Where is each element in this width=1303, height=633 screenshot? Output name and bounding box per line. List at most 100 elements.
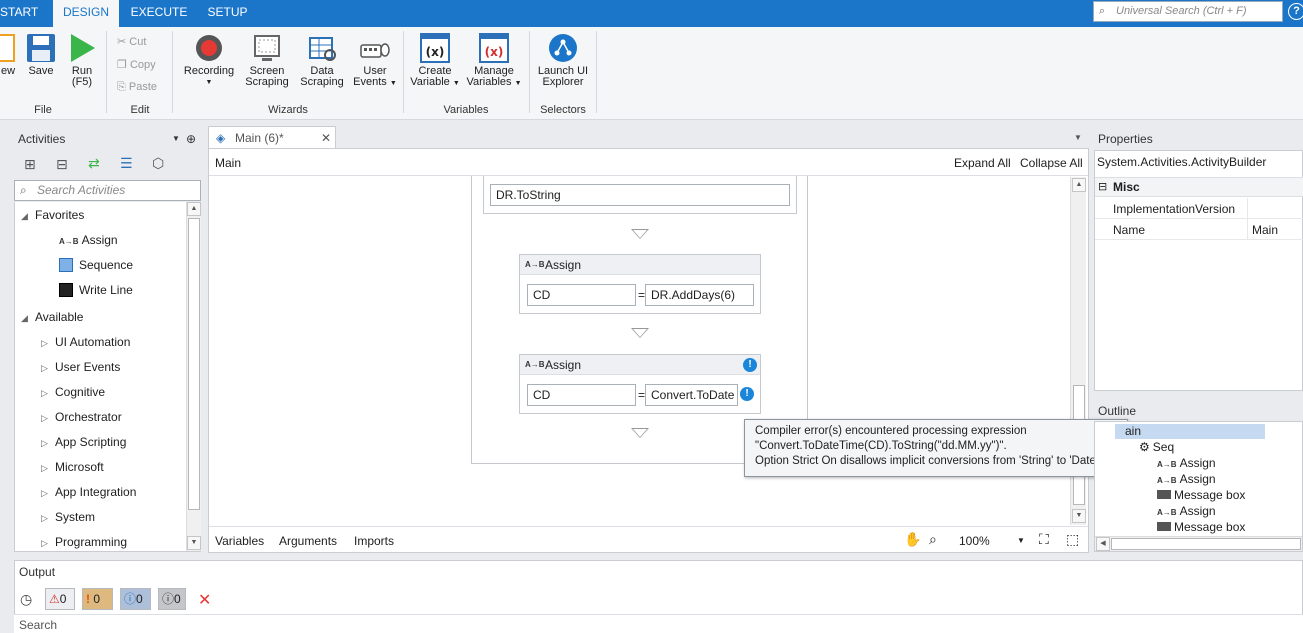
outline-horizontal-scrollbar[interactable]: ◀: [1095, 536, 1302, 551]
pin-icon[interactable]: ⊕: [186, 129, 196, 149]
panel-menu-chevron-icon[interactable]: ▼: [172, 129, 180, 149]
tree-node-microsoft[interactable]: ▷ Microsoft: [41, 460, 104, 474]
assign-icon: A→B: [1157, 508, 1177, 517]
warnings-filter[interactable]: ! 0: [82, 588, 113, 610]
arguments-tab[interactable]: Arguments: [279, 534, 337, 548]
collapse-all-link[interactable]: Collapse All: [1020, 156, 1083, 170]
property-row[interactable]: ImplementationVersion: [1095, 198, 1303, 219]
outline-item[interactable]: Message box: [1157, 520, 1245, 534]
tree-node-programming[interactable]: ▷ Programming: [41, 535, 127, 549]
tab-main-document[interactable]: ◈ Main (6)* ✕: [208, 126, 336, 148]
left-dock-strip: [0, 126, 12, 554]
tree-node-app-integration[interactable]: ▷ App Integration: [41, 485, 136, 499]
trace-filter[interactable]: ⓘ0: [158, 588, 186, 610]
scroll-left-icon[interactable]: ◀: [1096, 537, 1110, 551]
scrollbar-thumb[interactable]: [1111, 538, 1301, 550]
scroll-up-icon[interactable]: ▲: [1072, 178, 1086, 192]
search-activities-input[interactable]: ⌕ Search Activities: [14, 180, 201, 201]
assign-activity-1[interactable]: A→B Assign CD = DR.AddDays(6): [519, 254, 761, 314]
expand-all-link[interactable]: Expand All: [954, 156, 1011, 170]
tree-node-favorites[interactable]: ◢ Favorites: [21, 208, 84, 222]
outline-item[interactable]: Message box: [1157, 488, 1245, 502]
tree-node-system[interactable]: ▷ System: [41, 510, 95, 524]
manage-variables-button[interactable]: (x) Manage Variables ▼: [466, 33, 522, 89]
validation-error-icon[interactable]: !: [743, 358, 757, 372]
chevron-down-icon: ▼: [389, 80, 397, 87]
scrollbar-thumb[interactable]: [188, 218, 200, 510]
property-row[interactable]: Name Main: [1095, 219, 1303, 240]
run-button[interactable]: Run (F5): [66, 33, 98, 88]
scroll-down-icon[interactable]: ▼: [1072, 509, 1086, 523]
info-filter[interactable]: ⓘ0: [120, 588, 151, 610]
data-scraping-icon: [309, 37, 336, 61]
user-events-button[interactable]: User Events ▼: [352, 33, 398, 89]
assign-activity-2[interactable]: A→B Assign ! CD = Convert.ToDate !: [519, 354, 761, 414]
refresh-icon[interactable]: ⇄: [88, 155, 100, 172]
clear-output-icon[interactable]: ✕: [198, 590, 211, 610]
activity-item-assign[interactable]: A→B Assign: [59, 233, 118, 247]
cut-button[interactable]: ✂ Cut: [117, 35, 146, 48]
assign-value-field[interactable]: Convert.ToDate: [645, 384, 738, 406]
tree-node-available[interactable]: ◢ Available: [21, 310, 83, 324]
message-box-icon: [1157, 490, 1171, 499]
scroll-up-icon[interactable]: ▲: [187, 202, 201, 216]
recording-button[interactable]: Recording ▼: [180, 33, 238, 88]
tree-node-ui-automation[interactable]: ▷ UI Automation: [41, 335, 130, 349]
outline-seq-node[interactable]: ⚙ Seq: [1139, 440, 1174, 454]
package-icon[interactable]: ⬡: [152, 155, 164, 172]
outline-item[interactable]: A→B Assign: [1157, 472, 1216, 486]
outline-item[interactable]: A→B Assign: [1157, 456, 1216, 470]
universal-search-input[interactable]: ⌕ Universal Search (Ctrl + F): [1093, 1, 1283, 22]
data-scraping-button[interactable]: Data Scraping: [298, 33, 346, 88]
tree-node-app-scripting[interactable]: ▷ App Scripting: [41, 435, 126, 449]
close-tab-icon[interactable]: ✕: [321, 127, 331, 149]
zoom-level[interactable]: 100%: [959, 534, 990, 548]
variables-tab[interactable]: Variables: [215, 534, 264, 548]
imports-tab[interactable]: Imports: [354, 534, 394, 548]
create-variable-button[interactable]: (x) Create Variable ▼: [408, 33, 462, 89]
scroll-down-icon[interactable]: ▼: [187, 536, 201, 550]
assign-to-field[interactable]: CD: [527, 384, 636, 406]
copy-button[interactable]: ❐ Copy: [117, 58, 156, 71]
save-button[interactable]: Save: [25, 33, 57, 77]
tab-execute[interactable]: EXECUTE: [125, 0, 193, 27]
tree-node-orchestrator[interactable]: ▷ Orchestrator: [41, 410, 122, 424]
tab-setup[interactable]: SETUP: [200, 0, 255, 27]
output-search-input[interactable]: Search: [14, 614, 1303, 633]
properties-category-misc[interactable]: ⊟ Misc: [1095, 177, 1303, 197]
expand-all-icon[interactable]: ⊞: [24, 156, 36, 173]
collapse-box-icon[interactable]: ⊟: [1098, 178, 1107, 196]
zoom-dropdown-chevron-icon[interactable]: ▼: [1017, 536, 1025, 545]
activities-scrollbar[interactable]: ▲ ▼: [186, 202, 201, 551]
activity-top-partial[interactable]: DR.ToString: [483, 176, 797, 214]
overview-icon[interactable]: ⬚: [1066, 531, 1079, 548]
field-error-icon[interactable]: !: [740, 387, 754, 401]
tab-start[interactable]: START: [0, 0, 38, 27]
collapsed-arrow-icon: ▷: [41, 438, 48, 448]
launch-ui-explorer-button[interactable]: Launch UI Explorer: [535, 33, 591, 88]
collapse-all-icon[interactable]: ⊟: [56, 156, 68, 173]
help-icon[interactable]: ?: [1288, 3, 1303, 20]
new-button[interactable]: ew: [0, 33, 18, 77]
fit-to-screen-icon[interactable]: ⛶: [1039, 531, 1049, 548]
outline-root-node[interactable]: ain: [1115, 424, 1265, 439]
assign-to-field[interactable]: CD: [527, 284, 636, 306]
tab-design[interactable]: DESIGN: [53, 0, 119, 27]
activity-item-sequence[interactable]: Sequence: [59, 258, 133, 272]
tree-node-user-events[interactable]: ▷ User Events: [41, 360, 120, 374]
pan-hand-icon[interactable]: ✋: [904, 531, 921, 548]
tab-overflow-chevron-icon[interactable]: ▼: [1074, 133, 1082, 142]
play-icon: [71, 34, 95, 62]
zoom-icon[interactable]: ⌕: [929, 531, 937, 548]
tree-node-cognitive[interactable]: ▷ Cognitive: [41, 385, 105, 399]
activity-item-write-line[interactable]: Write Line: [59, 283, 133, 297]
expression-field[interactable]: DR.ToString: [490, 184, 790, 206]
paste-button[interactable]: ⎘ Paste: [117, 81, 157, 94]
clock-icon[interactable]: ◷: [20, 591, 32, 608]
breadcrumb[interactable]: Main: [215, 156, 241, 170]
screen-scraping-button[interactable]: Screen Scraping: [243, 33, 291, 88]
outline-item[interactable]: A→B Assign: [1157, 504, 1216, 518]
filter-list-icon[interactable]: ☰: [120, 155, 133, 172]
errors-filter[interactable]: ⚠0: [45, 588, 75, 610]
assign-value-field[interactable]: DR.AddDays(6): [645, 284, 754, 306]
